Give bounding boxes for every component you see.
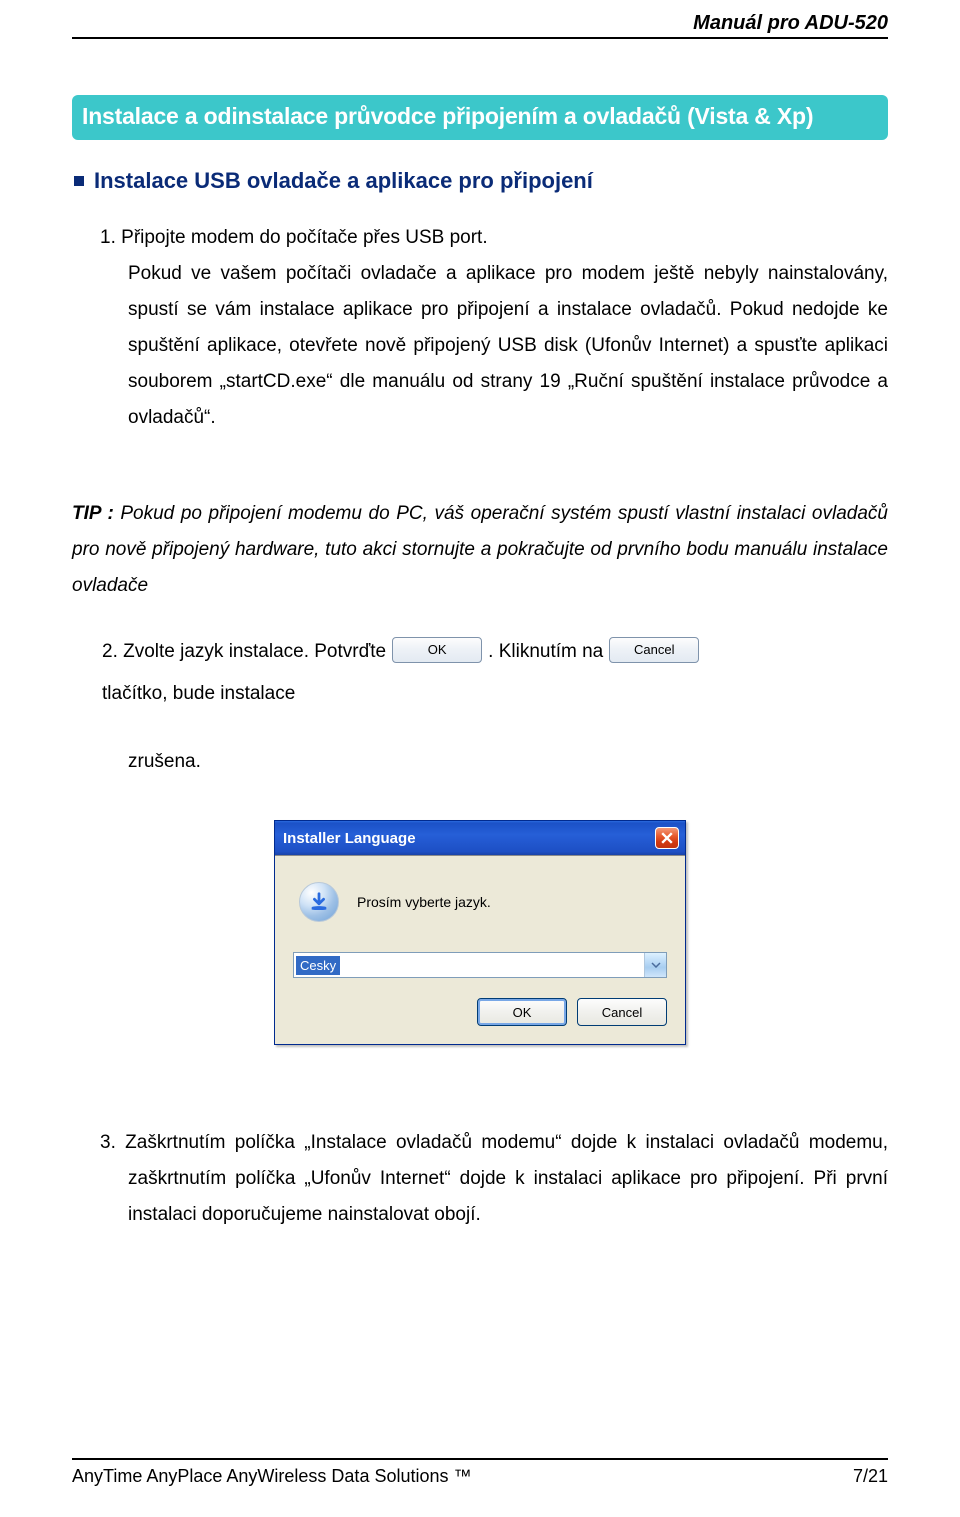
section-subhead: Instalace USB ovladače a aplikace pro př… [72, 168, 888, 194]
footer-left: AnyTime AnyPlace AnyWireless Data Soluti… [72, 1466, 472, 1487]
chevron-down-icon [651, 962, 661, 968]
dropdown-arrow-button[interactable] [644, 953, 666, 977]
installer-language-dialog: Installer Language Prosím vyberte jazyk.… [274, 820, 686, 1045]
language-select[interactable]: Cesky [293, 952, 667, 978]
dialog-prompt: Prosím vyberte jazyk. [357, 894, 491, 910]
step-1-line: Připojte modem do počítače přes USB port… [121, 227, 487, 248]
step-1-paragraph: Pokud ve vašem počítači ovladače a aplik… [128, 263, 888, 428]
cancel-button-inline[interactable]: Cancel [609, 637, 699, 663]
dialog-body: Prosím vyberte jazyk. Cesky OK Cancel [275, 855, 685, 1044]
step-2: 2. Zvolte jazyk instalace. Potvrďte OK .… [72, 634, 888, 712]
tip-label: TIP : [72, 503, 114, 524]
dialog-title: Installer Language [283, 830, 416, 847]
step-3-text: Zaškrtnutím políčka „Instalace ovladačů … [125, 1132, 888, 1225]
footer-page-number: 7/21 [853, 1466, 888, 1487]
step-1: 1. Připojte modem do počítače přes USB p… [72, 220, 888, 436]
step-2-continued: zrušena. [72, 744, 888, 780]
step-2-suffix: tlačítko, bude instalace [102, 676, 295, 712]
close-icon [661, 832, 673, 844]
square-bullet-icon [74, 176, 84, 186]
ok-button-inline[interactable]: OK [392, 637, 482, 663]
tip-paragraph: TIP : Pokud po připojení modemu do PC, v… [72, 496, 888, 604]
step-2-mid: . Kliknutím na [488, 634, 603, 670]
language-select-value: Cesky [294, 953, 644, 977]
subhead-text: Instalace USB ovladače a aplikace pro př… [94, 168, 593, 193]
globe-download-icon [299, 882, 339, 922]
step-3: 3. Zaškrtnutím políčka „Instalace ovlada… [72, 1125, 888, 1233]
section-banner: Instalace a odinstalace průvodce připoje… [72, 95, 888, 140]
close-button[interactable] [655, 827, 679, 849]
dialog-titlebar: Installer Language [275, 821, 685, 855]
cancel-button[interactable]: Cancel [577, 998, 667, 1026]
language-selected-text: Cesky [296, 956, 340, 975]
step-2-prefix: 2. Zvolte jazyk instalace. Potvrďte [102, 634, 386, 670]
document-header: Manuál pro ADU-520 [72, 12, 888, 39]
page-footer: AnyTime AnyPlace AnyWireless Data Soluti… [72, 1458, 888, 1487]
ok-button[interactable]: OK [477, 998, 567, 1026]
step-1-number: 1. [100, 227, 116, 248]
tip-text: Pokud po připojení modemu do PC, váš ope… [72, 503, 888, 596]
step-3-number: 3. [100, 1132, 116, 1153]
